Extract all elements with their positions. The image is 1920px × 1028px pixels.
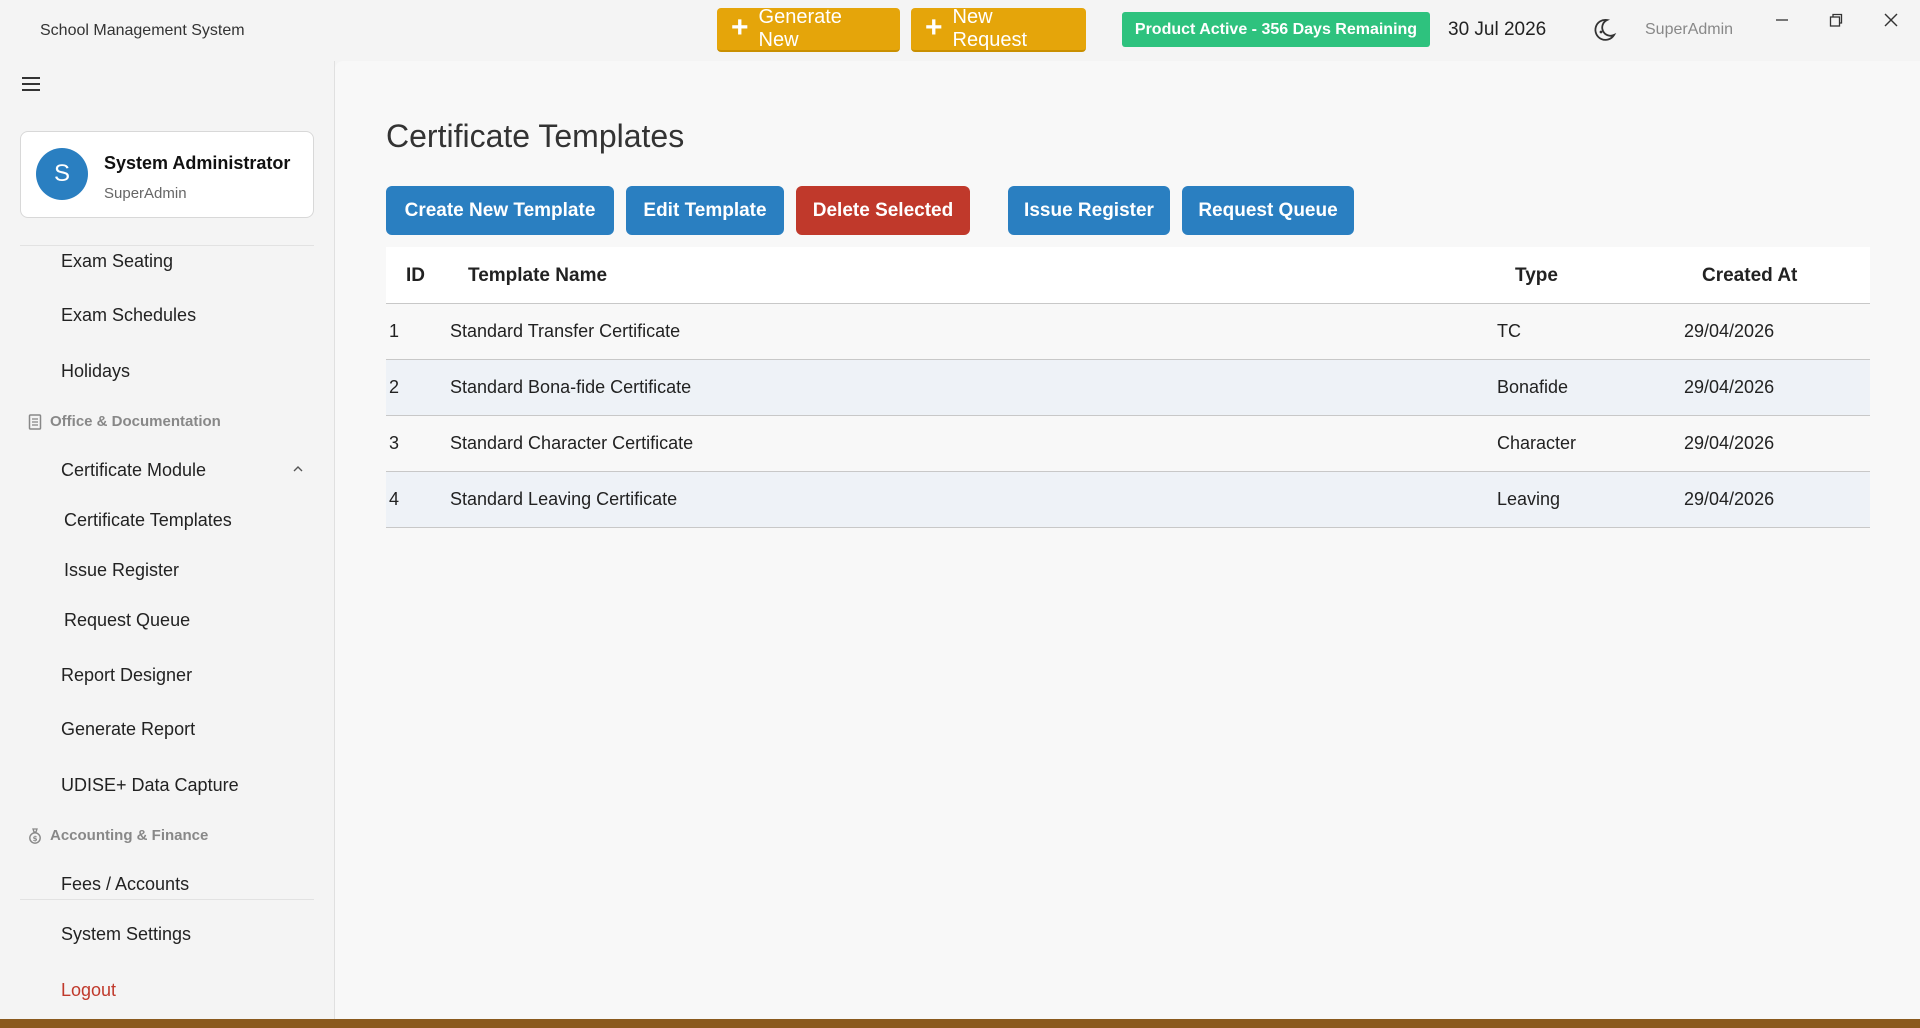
table-row[interactable]: 3 Standard Character Certificate Charact… (386, 416, 1870, 472)
hamburger-menu-icon[interactable] (22, 77, 40, 91)
cell-type: Leaving (1497, 489, 1561, 509)
sidebar-item-certificate-module[interactable]: Certificate Module (61, 460, 206, 481)
cell-name: Standard Bona-fide Certificate (450, 377, 692, 397)
sidebar-item-report-designer[interactable]: Report Designer (61, 665, 192, 686)
table-row[interactable]: 1 Standard Transfer Certificate TC 29/04… (386, 304, 1870, 360)
current-date: 30 Jul 2026 (1448, 19, 1547, 40)
delete-selected-button[interactable]: Delete Selected (796, 186, 970, 235)
page-title: Certificate Templates (386, 118, 685, 154)
cell-name: Standard Leaving Certificate (450, 489, 678, 509)
section-accounting-finance: $ Accounting & Finance (28, 827, 208, 844)
app-title: School Management System (40, 22, 245, 39)
new-request-button[interactable]: + New Request (911, 6, 1086, 52)
table-row[interactable]: 4 Standard Leaving Certificate Leaving 2… (386, 472, 1870, 528)
create-template-button[interactable]: Create New Template (386, 186, 614, 235)
sidebar-item-udise-data-capture[interactable]: UDISE+ Data Capture (61, 775, 239, 796)
bottom-bar (0, 1019, 1920, 1028)
cell-type: Bonafide (1497, 377, 1569, 397)
column-header-created[interactable]: Created At (1702, 265, 1797, 287)
profile-name: System Administrator (104, 153, 291, 173)
request-queue-button[interactable]: Request Queue (1182, 186, 1354, 235)
cell-name: Standard Character Certificate (450, 433, 694, 453)
column-header-type[interactable]: Type (1515, 265, 1558, 287)
sidebar-item-fees-accounts[interactable]: Fees / Accounts (61, 874, 189, 895)
issue-register-button[interactable]: Issue Register (1008, 186, 1170, 235)
column-header-id[interactable]: ID (406, 265, 425, 287)
divider (20, 899, 314, 900)
logout-button[interactable]: Logout (61, 980, 116, 1001)
profile-card: S System Administrator SuperAdmin (20, 131, 314, 218)
edit-template-button[interactable]: Edit Template (626, 186, 784, 235)
sidebar-item-exam-schedules[interactable]: Exam Schedules (61, 305, 196, 326)
restore-button[interactable] (1816, 6, 1856, 34)
close-icon (1884, 13, 1898, 27)
table-row[interactable]: 2 Standard Bona-fide Certificate Bonafid… (386, 360, 1870, 416)
cell-type: Character (1497, 433, 1577, 453)
sidebar-item-holidays[interactable]: Holidays (61, 361, 130, 382)
title-bar: School Management System + Generate New … (0, 0, 1920, 61)
cell-id: 4 (389, 489, 400, 509)
divider (20, 245, 314, 246)
sidebar-item-certificate-templates[interactable]: Certificate Templates (64, 510, 232, 531)
plus-icon: + (731, 10, 749, 44)
cell-name: Standard Transfer Certificate (450, 321, 681, 341)
status-badge: Product Active - 356 Days Remaining (1122, 12, 1430, 47)
cell-created: 29/04/2026 (1684, 433, 1775, 453)
cell-created: 29/04/2026 (1684, 489, 1775, 509)
document-icon (28, 413, 42, 430)
cell-created: 29/04/2026 (1684, 377, 1775, 397)
cell-created: 29/04/2026 (1684, 321, 1775, 341)
templates-table: ID Template Name Type Created At 1 Stand… (386, 247, 1870, 528)
restore-icon (1829, 13, 1843, 27)
generate-new-button[interactable]: + Generate New (717, 6, 900, 52)
sidebar-item-generate-report[interactable]: Generate Report (61, 719, 195, 740)
section-office-documentation: Office & Documentation (28, 413, 221, 430)
cell-type: TC (1497, 321, 1521, 341)
column-header-name[interactable]: Template Name (468, 265, 607, 287)
cell-id: 2 (389, 377, 400, 397)
avatar: S (36, 148, 88, 200)
cell-id: 1 (389, 321, 400, 341)
money-bag-icon: $ (29, 827, 41, 844)
table-header: ID Template Name Type Created At (386, 247, 1870, 304)
sidebar-item-issue-register[interactable]: Issue Register (64, 560, 179, 581)
sidebar-item-system-settings[interactable]: System Settings (61, 924, 191, 945)
sidebar: S System Administrator SuperAdmin Exam S… (0, 61, 335, 1019)
minimize-icon (1776, 19, 1788, 21)
plus-icon: + (925, 10, 943, 44)
moon-icon[interactable] (1590, 16, 1618, 44)
minimize-button[interactable] (1762, 6, 1802, 34)
profile-role: SuperAdmin (104, 185, 187, 202)
svg-text:$: $ (33, 835, 38, 843)
cell-id: 3 (389, 433, 400, 453)
close-button[interactable] (1871, 6, 1911, 34)
sidebar-item-request-queue[interactable]: Request Queue (64, 610, 190, 631)
main-content: Certificate Templates Create New Templat… (335, 61, 1920, 1019)
sidebar-item-exam-seating[interactable]: Exam Seating (61, 251, 173, 272)
chevron-up-icon[interactable] (292, 464, 304, 474)
current-user: SuperAdmin (1645, 21, 1734, 38)
